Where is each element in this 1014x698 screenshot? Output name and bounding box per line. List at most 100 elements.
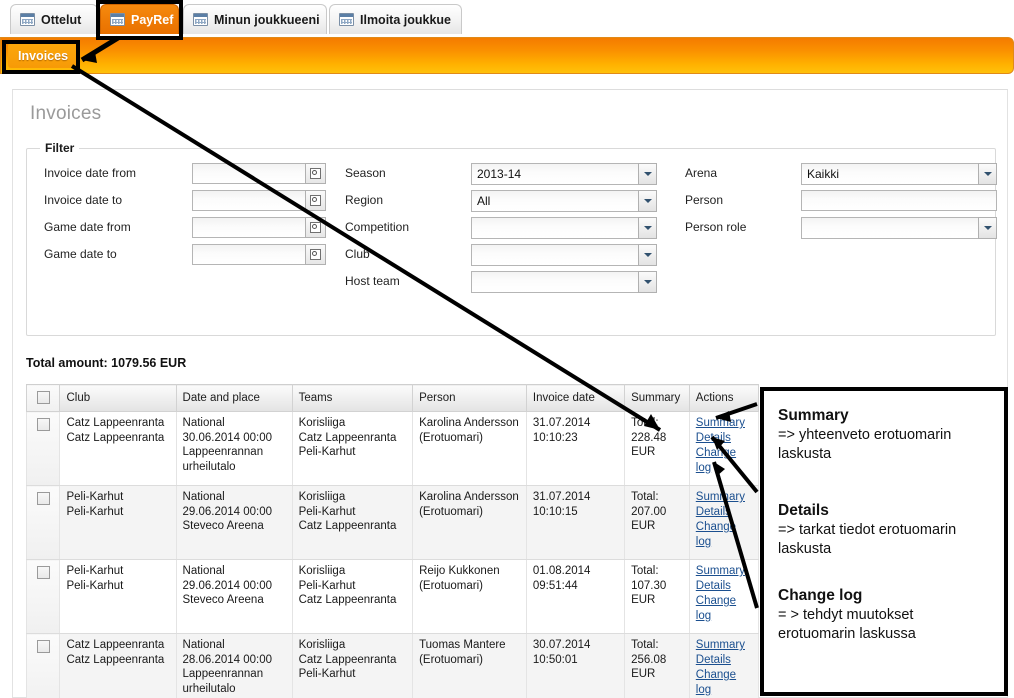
chevron-down-icon[interactable] bbox=[978, 163, 997, 185]
action-link-details[interactable]: Details bbox=[696, 579, 752, 594]
cell-invoice-date: 01.08.2014 09:51:44 bbox=[525, 559, 626, 634]
input-game-date-from[interactable] bbox=[192, 217, 326, 238]
select-region[interactable]: All bbox=[471, 190, 657, 212]
input-invoice-date-from[interactable] bbox=[192, 163, 326, 184]
chevron-down-icon[interactable] bbox=[638, 190, 657, 212]
select-arena[interactable]: Kaikki bbox=[801, 163, 997, 185]
input-game-date-to[interactable] bbox=[192, 244, 326, 265]
action-link-summary[interactable]: Summary bbox=[696, 416, 752, 431]
action-link-details[interactable]: Details bbox=[696, 653, 752, 668]
cell-actions: Summary Details Change log bbox=[688, 411, 760, 486]
label-season: Season bbox=[345, 166, 386, 180]
row-checkbox[interactable] bbox=[36, 492, 50, 505]
column-header-invoice-date[interactable]: Invoice date bbox=[525, 384, 626, 412]
chevron-down-icon[interactable] bbox=[638, 217, 657, 239]
chevron-down-icon[interactable] bbox=[638, 271, 657, 293]
label-person-role: Person role bbox=[685, 220, 747, 234]
cell-line: Total: bbox=[631, 639, 659, 651]
cell-line: Korisliiga bbox=[298, 639, 346, 651]
callout-heading-summary: Summary bbox=[778, 407, 849, 424]
row-checkbox[interactable] bbox=[36, 640, 50, 653]
cell-line: Peli-Karhut bbox=[66, 505, 124, 518]
table-row[interactable]: Catz Lappeenranta Catz Lappeenranta Nation… bbox=[25, 411, 760, 486]
cell-line: 207.00 bbox=[631, 505, 667, 518]
cell-summary: Total: 107.30 EUR bbox=[624, 559, 690, 634]
calendar-icon[interactable] bbox=[305, 163, 326, 184]
tab-ilmoita-joukkue[interactable]: Ilmoita joukkue bbox=[329, 4, 462, 34]
cell-club: Catz Lappeenranta Catz Lappeenranta bbox=[59, 411, 177, 486]
cell-club: Peli-Karhut Peli-Karhut bbox=[59, 485, 177, 560]
filter-legend: Filter bbox=[40, 141, 80, 155]
row-select-cell[interactable] bbox=[25, 559, 61, 634]
chevron-down-icon[interactable] bbox=[638, 163, 657, 185]
action-link-summary[interactable]: Summary bbox=[696, 638, 752, 653]
column-header-actions[interactable]: Actions bbox=[688, 384, 760, 412]
column-header-teams[interactable]: Teams bbox=[291, 384, 414, 412]
select-all-checkbox[interactable] bbox=[36, 391, 50, 404]
action-link-change-log[interactable]: Change log bbox=[696, 520, 752, 550]
action-link-change-log[interactable]: Change log bbox=[696, 446, 752, 476]
input-invoice-date-to[interactable] bbox=[192, 190, 326, 211]
cell-line: (Erotuomari) bbox=[419, 653, 483, 666]
window-icon bbox=[20, 13, 35, 26]
select-season[interactable]: 2013-14 bbox=[471, 163, 657, 185]
page-title: Invoices bbox=[30, 103, 102, 124]
cell-line: Korisliiga bbox=[298, 491, 346, 503]
column-header-club[interactable]: Club bbox=[59, 384, 177, 412]
select-host-team[interactable] bbox=[471, 271, 657, 293]
cell-person: Tuomas Mantere (Erotuomari) bbox=[412, 633, 527, 698]
chevron-down-icon[interactable] bbox=[978, 217, 997, 239]
row-select-cell[interactable] bbox=[25, 633, 61, 698]
cell-line: National bbox=[182, 639, 225, 651]
table-row[interactable]: Catz Lappeenranta Catz Lappeenranta Nation… bbox=[25, 633, 760, 698]
row-checkbox[interactable] bbox=[36, 418, 50, 431]
column-header-person[interactable]: Person bbox=[412, 384, 527, 412]
tab-minun-joukkueeni[interactable]: Minun joukkueeni bbox=[183, 4, 327, 34]
column-header-summary[interactable]: Summary bbox=[624, 384, 690, 412]
cell-line: urheilutalo bbox=[182, 460, 236, 473]
invoices-table-header: Club Date and place Teams Person Invoice… bbox=[25, 384, 760, 412]
cell-line: Peli-Karhut bbox=[66, 579, 124, 592]
row-checkbox[interactable] bbox=[36, 566, 50, 579]
calendar-icon[interactable] bbox=[305, 217, 326, 238]
select-all-header[interactable] bbox=[25, 384, 61, 412]
label-region: Region bbox=[345, 193, 384, 207]
cell-line: 28.06.2014 00:00 bbox=[182, 653, 273, 666]
table-row[interactable]: Peli-Karhut Peli-Karhut National 29.06.2014… bbox=[25, 559, 760, 634]
select-person-role[interactable] bbox=[801, 217, 997, 239]
select-club[interactable] bbox=[471, 244, 657, 266]
cell-line: Total: bbox=[631, 565, 659, 577]
cell-line: Catz Lappeenranta bbox=[298, 594, 397, 607]
action-link-change-log[interactable]: Change log bbox=[696, 594, 752, 624]
cell-line: Karolina Andersson bbox=[419, 417, 519, 429]
cell-line: Steveco Areena bbox=[182, 594, 264, 607]
cell-line: EUR bbox=[631, 594, 656, 607]
callout-body-change-log: = > tehdyt muutokset erotuomarin laskuss… bbox=[778, 607, 916, 642]
cell-line: (Erotuomari) bbox=[419, 579, 483, 592]
row-select-cell[interactable] bbox=[25, 411, 61, 486]
cell-line: National bbox=[182, 565, 225, 577]
cell-line: Peli-Karhut bbox=[298, 505, 356, 518]
calendar-icon[interactable] bbox=[305, 244, 326, 265]
cell-line: 29.06.2014 00:00 bbox=[182, 505, 273, 518]
cell-line: 01.08.2014 bbox=[532, 565, 591, 577]
select-competition[interactable] bbox=[471, 217, 657, 239]
tab-ottelut[interactable]: Ottelut bbox=[10, 4, 98, 34]
cell-line: Lappeenrannan bbox=[182, 668, 264, 681]
calendar-icon[interactable] bbox=[305, 190, 326, 211]
table-row[interactable]: Peli-Karhut Peli-Karhut National 29.06.2014… bbox=[25, 485, 760, 560]
cell-line: Catz Lappeenranta bbox=[298, 653, 397, 666]
label-game-date-to: Game date to bbox=[44, 247, 117, 261]
input-person[interactable] bbox=[801, 190, 997, 211]
cell-line: National bbox=[182, 491, 225, 503]
cell-line: Peli-Karhut bbox=[298, 579, 356, 592]
row-select-cell[interactable] bbox=[25, 485, 61, 560]
action-link-summary[interactable]: Summary bbox=[696, 490, 752, 505]
action-link-details[interactable]: Details bbox=[696, 431, 752, 446]
cell-line: EUR bbox=[631, 668, 656, 681]
action-link-summary[interactable]: Summary bbox=[696, 564, 752, 579]
action-link-details[interactable]: Details bbox=[696, 505, 752, 520]
column-header-date-place[interactable]: Date and place bbox=[175, 384, 293, 412]
chevron-down-icon[interactable] bbox=[638, 244, 657, 266]
action-link-change-log[interactable]: Change log bbox=[696, 668, 752, 698]
